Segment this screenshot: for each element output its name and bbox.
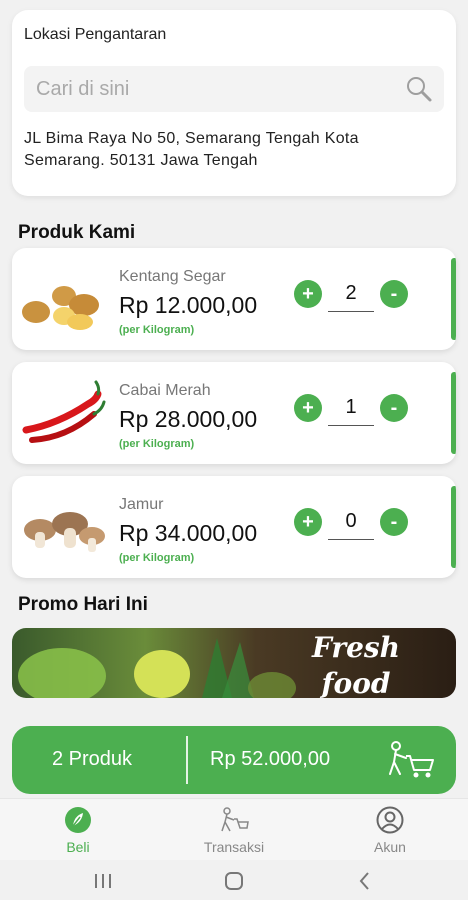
search-input[interactable]: Cari di sini [24, 66, 444, 112]
product-name: Kentang Segar [119, 268, 226, 285]
quantity-value[interactable]: 1 [328, 390, 374, 426]
decrease-quantity-button[interactable]: - [380, 394, 408, 422]
search-icon[interactable] [404, 74, 434, 104]
card-accent-bar [451, 486, 456, 568]
nav-item-transaksi[interactable]: Transaksi [184, 805, 284, 855]
product-price: Rp 34.000,00 [119, 520, 258, 546]
potato-image [18, 260, 108, 336]
delivery-location-card: Lokasi Pengantaran Cari di sini JL Bima … [12, 10, 456, 196]
nav-item-akun[interactable]: Akun [340, 805, 440, 855]
delivery-address: JL Bima Raya No 50, Semarang Tengah Kota… [24, 130, 359, 169]
quantity-value[interactable]: 0 [328, 504, 374, 540]
nav-label: Beli [66, 839, 90, 855]
increase-quantity-button[interactable]: + [294, 508, 322, 536]
cart-summary-bar[interactable]: 2 Produk Rp 52.000,00 [12, 726, 456, 794]
product-name: Cabai Merah [119, 382, 211, 399]
products-section-title: Produk Kami [18, 222, 136, 243]
home-icon[interactable] [219, 870, 249, 892]
promo-banner[interactable]: Fresh food delivery [12, 628, 456, 698]
product-unit: (per Kilogram) [119, 324, 195, 336]
product-unit: (per Kilogram) [119, 438, 195, 450]
system-navigation-bar [0, 860, 468, 900]
product-name: Jamur [119, 496, 164, 513]
promo-section-title: Promo Hari Ini [18, 594, 148, 615]
decrease-quantity-button[interactable]: - [380, 508, 408, 536]
location-title: Lokasi Pengantaran [24, 26, 167, 43]
recent-apps-icon[interactable] [88, 870, 118, 892]
nav-label: Transaksi [203, 839, 265, 855]
delivery-icon [184, 805, 284, 835]
increase-quantity-button[interactable]: + [294, 394, 322, 422]
increase-quantity-button[interactable]: + [294, 280, 322, 308]
nav-item-beli[interactable]: Beli [28, 805, 128, 855]
quantity-value[interactable]: 2 [328, 276, 374, 312]
card-accent-bar [451, 372, 456, 454]
decrease-quantity-button[interactable]: - [380, 280, 408, 308]
product-price: Rp 28.000,00 [119, 406, 258, 432]
bottom-navigation: Beli Transaksi Akun [0, 798, 468, 860]
product-card: Kentang Segar Rp 12.000,00 (per Kilogram… [12, 248, 456, 350]
mushroom-image [18, 488, 108, 564]
search-placeholder: Cari di sini [36, 77, 130, 100]
product-card: Cabai Merah Rp 28.000,00 (per Kilogram) … [12, 362, 456, 464]
back-icon[interactable] [350, 870, 380, 892]
product-price: Rp 12.000,00 [119, 292, 258, 318]
chili-image [18, 374, 108, 450]
card-accent-bar [451, 258, 456, 340]
cart-total-price: Rp 52.000,00 [210, 748, 331, 770]
leaf-icon [28, 805, 128, 835]
account-icon [340, 805, 440, 835]
product-unit: (per Kilogram) [119, 552, 195, 564]
cart-item-count: 2 Produk [52, 748, 133, 770]
product-card: Jamur Rp 34.000,00 (per Kilogram) + 0 - [12, 476, 456, 578]
promo-banner-text: Fresh food delivery [311, 631, 401, 698]
nav-label: Akun [374, 839, 406, 855]
cart-divider [186, 736, 188, 784]
shopping-cart-icon[interactable] [386, 740, 436, 780]
